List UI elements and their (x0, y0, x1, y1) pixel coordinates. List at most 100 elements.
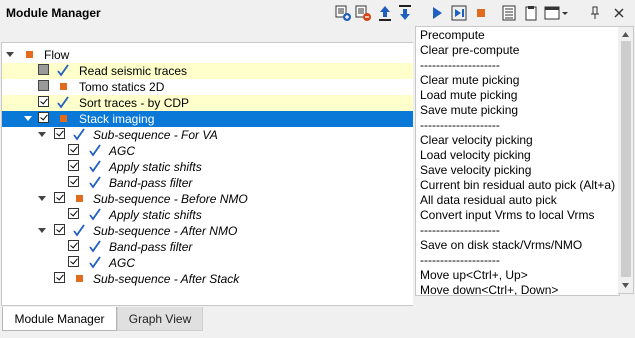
menu-item-load-mute-picking[interactable]: Load mute picking (420, 88, 517, 102)
tree-item-label: Sub-sequence - After Stack (93, 272, 240, 286)
window-menu-icon[interactable] (544, 4, 570, 22)
module-checkbox[interactable] (68, 176, 79, 187)
checkmark-icon (73, 224, 85, 237)
move-up-icon[interactable] (376, 4, 394, 22)
tree-item-label: AGC (109, 256, 136, 270)
tree-item-subsequence-after-nmo[interactable]: Sub-sequence - After NMO (2, 223, 413, 239)
tree-item-apply-static-shifts[interactable]: Apply static shifts (2, 207, 413, 223)
module-checkbox[interactable] (54, 272, 65, 283)
menu-separator: -------------------- (420, 58, 500, 72)
add-module-icon[interactable] (334, 4, 352, 22)
expand-arrow-icon[interactable] (38, 131, 46, 139)
menu-separator: -------------------- (420, 253, 500, 267)
tree-item-stack-imaging[interactable]: Stack imaging (2, 111, 413, 127)
checkmark-icon (89, 176, 101, 189)
menu-item-current-bin-residual-auto-pick[interactable]: Current bin residual auto pick (Alt+a) (420, 178, 615, 192)
tree-item-subsequence-before-nmo[interactable]: Sub-sequence - Before NMO (2, 191, 413, 207)
menu-scrollbar[interactable] (618, 26, 634, 294)
module-checkbox[interactable] (54, 224, 65, 235)
menu-item-convert-vrms[interactable]: Convert input Vrms to local Vrms (420, 208, 595, 222)
module-square-icon (26, 51, 33, 58)
menu-item-load-velocity-picking[interactable]: Load velocity picking (420, 148, 531, 162)
tree-item-agc[interactable]: AGC (2, 143, 413, 159)
menu-item-move-down[interactable]: Move down<Ctrl+, Down> (420, 283, 558, 295)
run-step-icon[interactable] (450, 4, 468, 22)
tree-item-label: Sub-sequence - After NMO (93, 224, 238, 238)
menu-item-clear-velocity-picking[interactable]: Clear velocity picking (420, 133, 533, 147)
move-down-icon[interactable] (396, 4, 414, 22)
module-checkbox[interactable] (38, 96, 49, 107)
scroll-down-icon[interactable] (621, 281, 630, 290)
tree-item-label: Stack imaging (79, 112, 155, 126)
tree-item-label: Band-pass filter (109, 176, 193, 190)
tree-item-band-pass-filter[interactable]: Band-pass filter (2, 239, 413, 255)
clipboard-icon[interactable] (522, 4, 540, 22)
tree-item-band-pass-filter[interactable]: Band-pass filter (2, 175, 413, 191)
pin-icon[interactable] (586, 4, 604, 22)
module-square-icon (76, 275, 83, 282)
tab-graph-view[interactable]: Graph View (117, 307, 203, 331)
menu-item-save-mute-picking[interactable]: Save mute picking (420, 103, 518, 117)
menu-item-save-on-disk[interactable]: Save on disk stack/Vrms/NMO (420, 238, 582, 252)
module-checkbox[interactable] (68, 240, 79, 251)
checkmark-icon (57, 96, 69, 109)
checkmark-icon (89, 144, 101, 157)
tree-item-read-seismic-traces[interactable]: Read seismic traces (2, 63, 413, 79)
module-tree: Flow Read seismic traces Tomo statics 2D… (1, 42, 413, 306)
module-checkbox[interactable] (68, 256, 79, 267)
checkmark-icon (73, 128, 85, 141)
menu-separator: -------------------- (420, 118, 500, 132)
expand-arrow-icon[interactable] (6, 51, 14, 59)
close-icon[interactable] (610, 4, 628, 22)
tree-item-sort-traces[interactable]: Sort traces - by CDP (2, 95, 413, 111)
bottom-tab-bar: Module Manager Graph View (0, 307, 635, 338)
module-checkbox[interactable] (68, 144, 79, 155)
tree-item-tomo-statics-2d[interactable]: Tomo statics 2D (2, 79, 413, 95)
scroll-up-icon[interactable] (621, 30, 630, 39)
module-checkbox[interactable] (38, 64, 49, 75)
tree-item-agc[interactable]: AGC (2, 255, 413, 271)
tree-item-subsequence-after-stack[interactable]: Sub-sequence - After Stack (2, 271, 413, 287)
module-checkbox[interactable] (38, 112, 49, 123)
module-checkbox[interactable] (38, 80, 49, 91)
module-checkbox[interactable] (54, 192, 65, 203)
module-checkbox[interactable] (54, 128, 65, 139)
run-icon[interactable] (428, 4, 446, 22)
remove-module-icon[interactable] (354, 4, 372, 22)
tree-item-label: Read seismic traces (79, 64, 188, 78)
checkmark-icon (89, 160, 101, 173)
menu-item-clear-mute-picking[interactable]: Clear mute picking (420, 73, 519, 87)
menu-item-all-data-residual-auto-pick[interactable]: All data residual auto pick (420, 193, 557, 207)
menu-item-save-velocity-picking[interactable]: Save velocity picking (420, 163, 531, 177)
tree-item-label: AGC (109, 144, 136, 158)
stop-icon[interactable] (472, 4, 490, 22)
tree-item-label: Sub-sequence - Before NMO (93, 192, 248, 206)
tree-item-label: Sub-sequence - For VA (93, 128, 218, 142)
tree-item-apply-static-shifts[interactable]: Apply static shifts (2, 159, 413, 175)
expand-arrow-icon[interactable] (24, 115, 32, 123)
tree-item-subsequence-for-va[interactable]: Sub-sequence - For VA (2, 127, 413, 143)
menu-separator: -------------------- (420, 223, 500, 237)
tree-item-label: Apply static shifts (109, 208, 202, 222)
module-checkbox[interactable] (68, 208, 79, 219)
menu-item-move-up[interactable]: Move up<Ctrl+, Up> (420, 268, 528, 282)
menu-item-precompute[interactable]: Precompute (420, 28, 485, 42)
window-title: Module Manager (6, 6, 101, 20)
tree-item-label: Band-pass filter (109, 240, 193, 254)
checkmark-icon (89, 208, 101, 221)
expand-arrow-icon[interactable] (38, 195, 46, 203)
checkmark-icon (89, 240, 101, 253)
module-checkbox[interactable] (68, 160, 79, 171)
module-square-icon (60, 83, 67, 90)
scroll-thumb[interactable] (621, 41, 631, 277)
checkmark-icon (89, 256, 101, 269)
tree-root-row[interactable]: Flow (2, 47, 413, 63)
checkmark-icon (57, 64, 69, 77)
tab-module-manager[interactable]: Module Manager (2, 307, 117, 331)
tree-root-label: Flow (44, 48, 70, 62)
expand-arrow-icon[interactable] (38, 227, 46, 235)
tree-item-label: Tomo statics 2D (79, 80, 165, 94)
list-icon[interactable] (500, 4, 518, 22)
menu-item-clear-pre-compute[interactable]: Clear pre-compute (420, 43, 519, 57)
tree-item-label: Apply static shifts (109, 160, 202, 174)
